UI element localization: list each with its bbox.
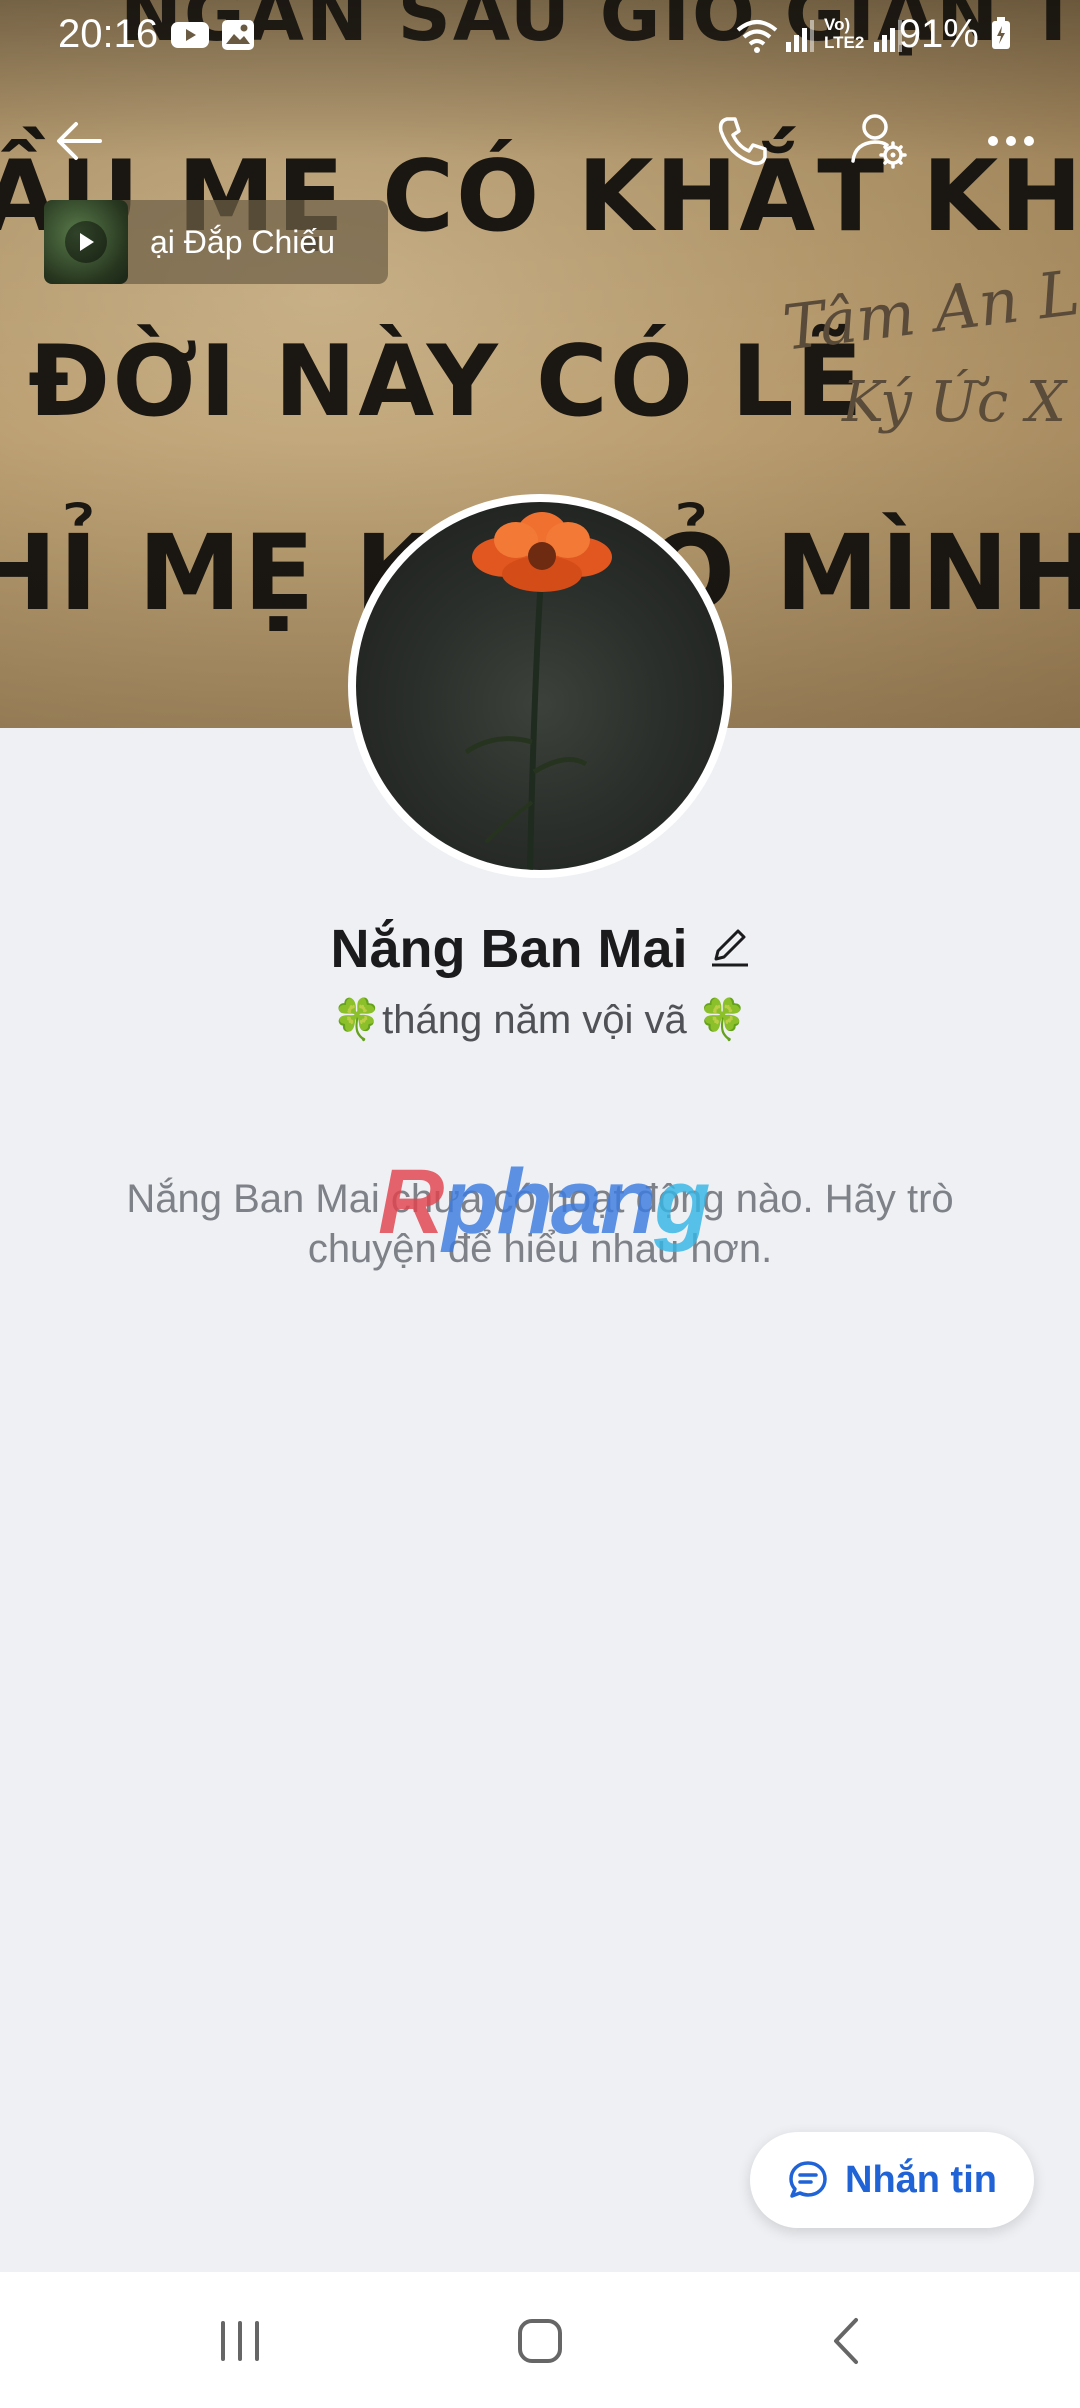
pencil-icon [711,929,748,966]
signal-icon [872,18,902,59]
profile-name-row: Nắng Ban Mai [0,918,1080,980]
status-time: 20:16 [58,12,159,56]
status-bar: 20:16 Vo) LTE2 91% [0,0,1080,72]
gallery-icon [220,18,256,57]
youtube-icon [170,18,210,57]
watermark-logo: Rphang [378,1151,710,1253]
send-message-button[interactable]: Nhắn tin [750,2132,1034,2228]
home-icon [518,2319,562,2363]
music-thumbnail [44,200,128,284]
cover-script-text: Ký Ức X [842,370,1066,435]
profile-toolbar [0,96,1080,186]
signal-icon [784,18,814,59]
chat-bubble-icon [789,2161,827,2198]
recent-apps-button[interactable] [180,2306,300,2376]
battery-level: 91% [899,12,1012,57]
more-button[interactable] [966,96,1056,186]
clover-icon: 🍀 [332,998,383,1042]
call-button[interactable] [698,96,788,186]
cover-text-line: ĐỜI NÀY CÓ LẼ [28,325,865,439]
phone-icon [718,117,767,166]
volte-icon: Vo) LTE2 [824,15,865,52]
battery-charging-icon [992,17,1010,49]
cover-script-text: Tâm An Làm [779,244,1080,365]
system-nav-bar [0,2272,1080,2408]
avatar[interactable] [348,494,732,878]
user-settings-icon [851,114,907,169]
bio-text: tháng năm vội vã [382,998,698,1042]
profile-name: Nắng Ban Mai [330,919,688,979]
profile-bio: 🍀tháng năm vội vã 🍀 [0,996,1080,1043]
clover-icon: 🍀 [697,998,748,1042]
home-button[interactable] [480,2306,600,2376]
nav-back-button[interactable] [786,2306,906,2376]
play-icon [65,221,107,263]
send-message-label: Nhắn tin [845,2158,997,2201]
more-horizontal-icon [988,136,1034,146]
music-title: ại Đắp Chiếu [150,223,335,260]
recent-apps-icon [221,2321,259,2361]
back-button[interactable] [34,96,124,186]
profile-music-chip[interactable]: ại Đắp Chiếu [44,200,388,284]
profile-settings-button[interactable] [834,96,924,186]
back-icon [834,2318,858,2364]
wifi-icon [734,18,780,59]
edit-name-button[interactable] [710,925,750,974]
arrow-left-icon [57,122,102,160]
avatar-image [356,502,724,870]
